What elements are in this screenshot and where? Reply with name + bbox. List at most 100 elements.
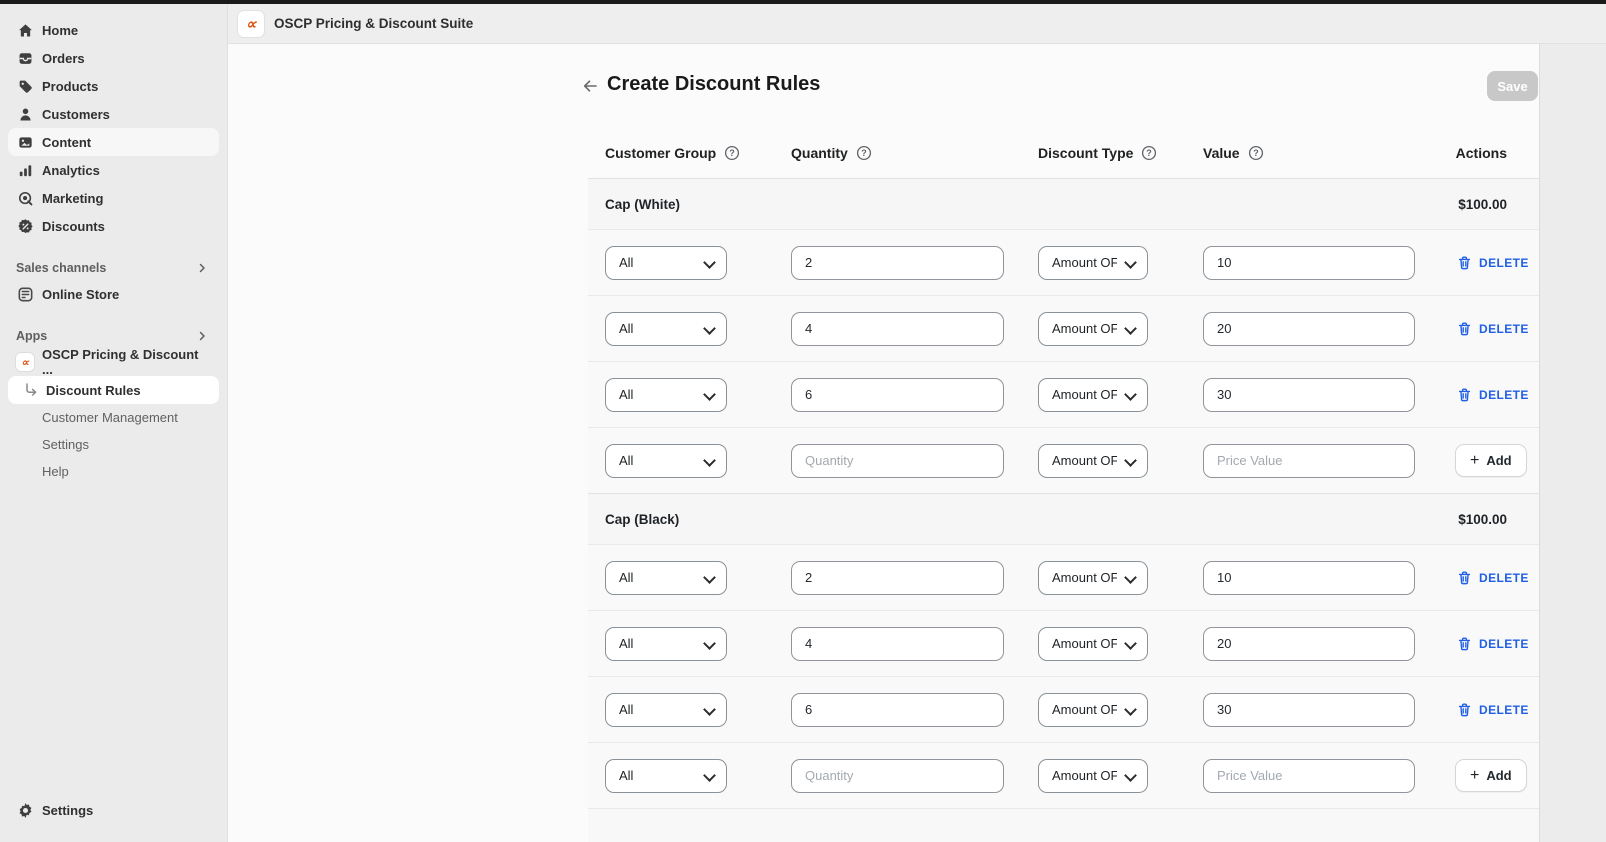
chevron-right-icon xyxy=(193,259,211,277)
help-icon[interactable]: ? xyxy=(855,144,873,162)
column-header-value: Value ? xyxy=(1203,144,1455,162)
discount-type-select[interactable]: Amount OFF xyxy=(1038,627,1148,661)
discount-type-select[interactable]: Amount OFF xyxy=(1038,561,1148,595)
sidebar-item-marketing[interactable]: Marketing xyxy=(8,184,219,212)
value-input[interactable] xyxy=(1203,378,1415,412)
sidebar-item-products[interactable]: Products xyxy=(8,72,219,100)
svg-text:?: ? xyxy=(729,148,735,158)
sidebar-item-app-settings[interactable]: Settings xyxy=(8,431,219,458)
page-title: Create Discount Rules xyxy=(607,73,820,96)
discount-type-select[interactable]: Amount OFF xyxy=(1038,444,1148,478)
value-input[interactable] xyxy=(1203,312,1415,346)
discount-type-select[interactable]: Amount OFF xyxy=(1038,627,1148,661)
sidebar-item-discount-rules[interactable]: Discount Rules xyxy=(8,376,219,404)
customer-group-select[interactable]: All xyxy=(605,759,727,793)
quantity-input[interactable] xyxy=(791,312,1004,346)
customer-group-select[interactable]: All xyxy=(605,561,727,595)
rules-table-body: Cap (White)$100.00AllAmount OFFDELETEAll… xyxy=(588,178,1539,808)
add-rule-button[interactable]: +Add xyxy=(1455,444,1527,477)
discount-type-select[interactable]: Amount OFF xyxy=(1038,246,1148,280)
customer-group-select[interactable]: All xyxy=(605,312,727,346)
trash-icon xyxy=(1455,701,1473,719)
sidebar-item-settings[interactable]: Settings xyxy=(8,796,219,824)
value-input[interactable] xyxy=(1203,561,1415,595)
sidebar-item-content[interactable]: Content xyxy=(8,128,219,156)
value-input[interactable] xyxy=(1203,444,1415,478)
sidebar-main-nav: HomeOrdersProductsCustomersContentAnalyt… xyxy=(8,16,219,240)
products-tag-icon xyxy=(16,77,34,95)
sidebar-item-oscp-app[interactable]: ∝ OSCP Pricing & Discount ... xyxy=(8,348,219,376)
trash-icon xyxy=(1455,569,1473,587)
value-input[interactable] xyxy=(1203,759,1415,793)
quantity-input[interactable] xyxy=(791,693,1004,727)
help-icon[interactable]: ? xyxy=(1140,144,1158,162)
customer-group-select[interactable]: All xyxy=(605,693,727,727)
discount-rule-row: All Amount OFF DELETE xyxy=(588,229,1539,295)
quantity-input[interactable] xyxy=(791,378,1004,412)
sidebar-item-label: Discounts xyxy=(42,219,105,234)
discounts-icon xyxy=(16,217,34,235)
home-icon xyxy=(16,21,34,39)
sidebar-item-customer-management[interactable]: Customer Management xyxy=(8,404,219,431)
discount-type-select[interactable]: Amount OFF xyxy=(1038,561,1148,595)
sidebar-item-discounts[interactable]: Discounts xyxy=(8,212,219,240)
column-header-discount-type: Discount Type ? xyxy=(1038,144,1203,162)
delete-rule-button[interactable]: DELETE xyxy=(1455,701,1529,719)
customer-group-select[interactable]: All xyxy=(605,378,727,412)
quantity-input[interactable] xyxy=(791,627,1004,661)
sidebar-item-help[interactable]: Help xyxy=(8,458,219,485)
marketing-icon xyxy=(16,189,34,207)
discount-type-select[interactable]: Amount OFF xyxy=(1038,759,1148,793)
discount-type-select[interactable]: Amount OFF xyxy=(1038,693,1148,727)
discount-type-select[interactable]: Amount OFF xyxy=(1038,693,1148,727)
sidebar-item-customers[interactable]: Customers xyxy=(8,100,219,128)
quantity-input[interactable] xyxy=(791,561,1004,595)
help-icon[interactable]: ? xyxy=(723,144,741,162)
customer-group-select[interactable]: All xyxy=(605,693,727,727)
delete-label: DELETE xyxy=(1479,637,1529,651)
sidebar-item-label: Online Store xyxy=(42,287,119,302)
gear-icon xyxy=(16,801,34,819)
delete-rule-button[interactable]: DELETE xyxy=(1455,635,1529,653)
delete-rule-button[interactable]: DELETE xyxy=(1455,386,1529,404)
discount-type-select[interactable]: Amount OFF xyxy=(1038,312,1148,346)
discount-type-select[interactable]: Amount OFF xyxy=(1038,759,1148,793)
add-rule-button[interactable]: +Add xyxy=(1455,759,1527,792)
back-button[interactable] xyxy=(578,74,602,98)
sidebar-item-orders[interactable]: Orders xyxy=(8,44,219,72)
customer-group-select[interactable]: All xyxy=(605,246,727,280)
save-button[interactable]: Save xyxy=(1487,71,1538,101)
customer-group-select[interactable]: All xyxy=(605,312,727,346)
quantity-input[interactable] xyxy=(791,444,1004,478)
customer-group-select[interactable]: All xyxy=(605,627,727,661)
value-input[interactable] xyxy=(1203,246,1415,280)
sidebar-section-sales-channels[interactable]: Sales channels xyxy=(8,256,219,280)
discount-type-select[interactable]: Amount OFF xyxy=(1038,378,1148,412)
customer-group-select[interactable]: All xyxy=(605,759,727,793)
apps-label: Apps xyxy=(16,329,47,343)
value-input[interactable] xyxy=(1203,693,1415,727)
value-input[interactable] xyxy=(1203,627,1415,661)
customer-group-select[interactable]: All xyxy=(605,444,727,478)
quantity-input[interactable] xyxy=(791,759,1004,793)
discount-type-select[interactable]: Amount OFF xyxy=(1038,246,1148,280)
customer-group-select[interactable]: All xyxy=(605,627,727,661)
sidebar-section-apps[interactable]: Apps xyxy=(8,324,219,348)
customer-group-select[interactable]: All xyxy=(605,246,727,280)
new-rule-row: All Amount OFF +Add xyxy=(588,742,1539,808)
sidebar-item-online-store[interactable]: Online Store xyxy=(8,280,219,308)
help-icon[interactable]: ? xyxy=(1247,144,1265,162)
delete-rule-button[interactable]: DELETE xyxy=(1455,569,1529,587)
group-name: Cap (White) xyxy=(605,197,680,212)
discount-type-select[interactable]: Amount OFF xyxy=(1038,312,1148,346)
quantity-input[interactable] xyxy=(791,246,1004,280)
sidebar-item-analytics[interactable]: Analytics xyxy=(8,156,219,184)
sidebar-item-home[interactable]: Home xyxy=(8,16,219,44)
discount-type-select[interactable]: Amount OFF xyxy=(1038,378,1148,412)
customer-group-select[interactable]: All xyxy=(605,444,727,478)
customer-group-select[interactable]: All xyxy=(605,378,727,412)
delete-rule-button[interactable]: DELETE xyxy=(1455,320,1529,338)
customer-group-select[interactable]: All xyxy=(605,561,727,595)
delete-rule-button[interactable]: DELETE xyxy=(1455,254,1529,272)
discount-type-select[interactable]: Amount OFF xyxy=(1038,444,1148,478)
